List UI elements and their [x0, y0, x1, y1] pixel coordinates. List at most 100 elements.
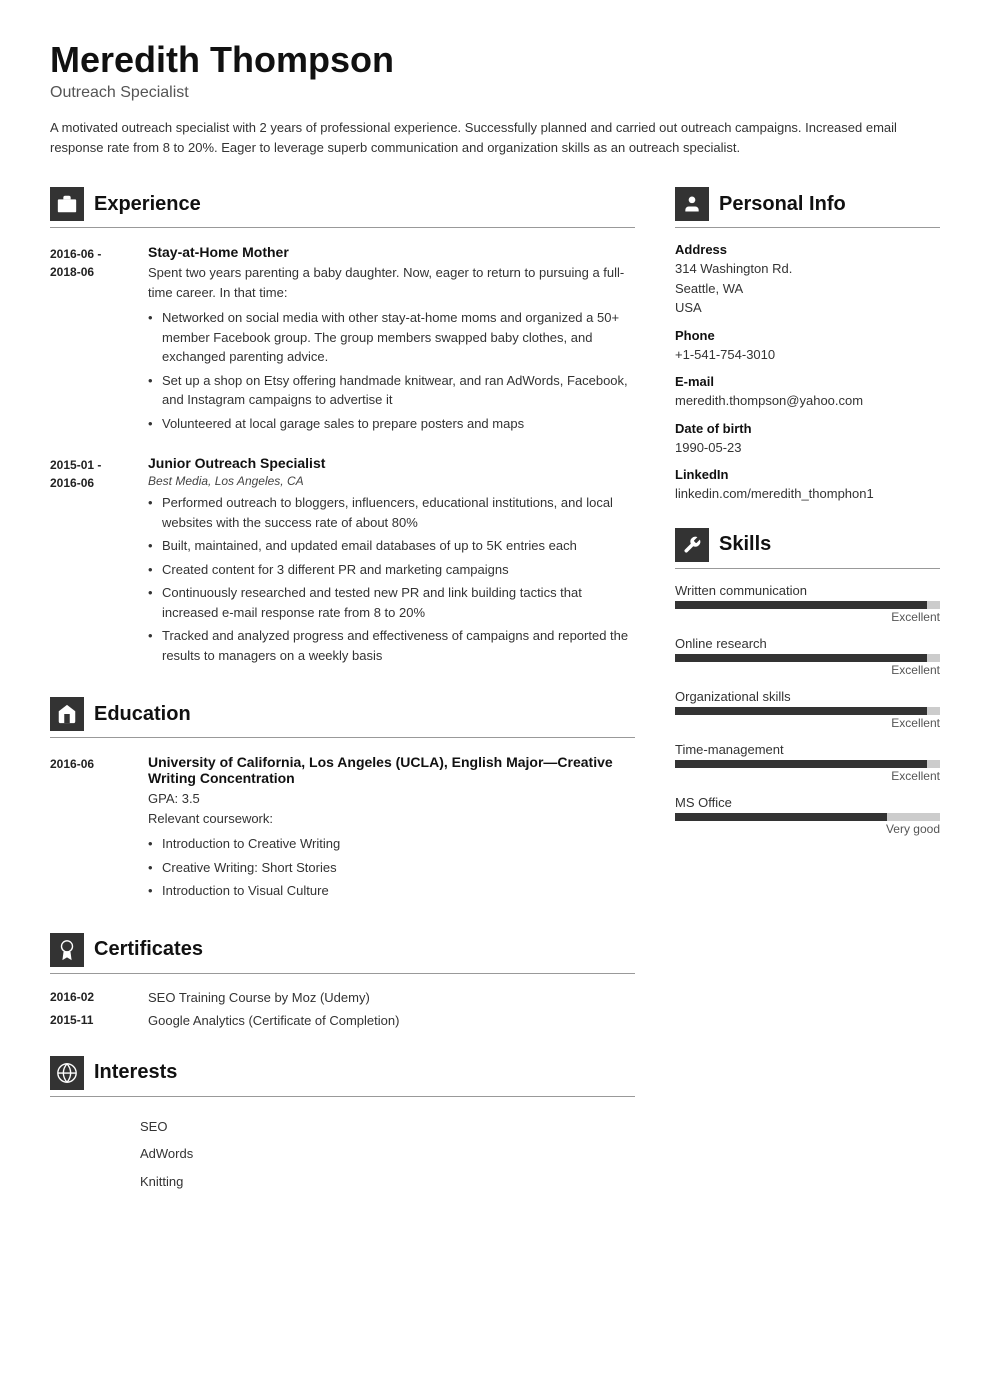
entry-desc-1: Spent two years parenting a baby daughte…	[148, 263, 635, 302]
bullet-item: Built, maintained, and updated email dat…	[148, 536, 635, 556]
edu-title-1: University of California, Los Angeles (U…	[148, 754, 635, 786]
skill-bar-bg	[675, 813, 940, 821]
bullet-item: Introduction to Creative Writing	[148, 834, 635, 854]
entry-subtitle-2: Best Media, Los Angeles, CA	[148, 474, 635, 488]
interests-title: Interests	[94, 1061, 177, 1084]
skill-ms-office: MS Office Very good	[675, 795, 940, 836]
cert-entry-2: 2015-11 Google Analytics (Certificate of…	[50, 1013, 635, 1028]
skills-section: Skills Written communication Excellent O…	[675, 528, 940, 836]
cert-entry-1: 2016-02 SEO Training Course by Moz (Udem…	[50, 990, 635, 1005]
bullet-item: Tracked and analyzed progress and effect…	[148, 626, 635, 665]
education-entry-1: 2016-06 University of California, Los An…	[50, 754, 635, 905]
experience-icon	[50, 187, 84, 221]
skill-time-management: Time-management Excellent	[675, 742, 940, 783]
entry-title-2: Junior Outreach Specialist	[148, 455, 635, 471]
personal-info-header: Personal Info	[675, 187, 940, 228]
skills-title: Skills	[719, 533, 771, 556]
bullet-item: Set up a shop on Etsy offering handmade …	[148, 371, 635, 410]
education-section-header: Education	[50, 697, 635, 738]
personal-info-dob-value: 1990-05-23	[675, 438, 940, 458]
skill-name: Organizational skills	[675, 689, 940, 704]
education-section: Education 2016-06 University of Californ…	[50, 697, 635, 905]
skill-name: Written communication	[675, 583, 940, 598]
entry-bullets-2: Performed outreach to bloggers, influenc…	[148, 493, 635, 665]
candidate-title: Outreach Specialist	[50, 84, 940, 102]
skill-bar-fill	[675, 707, 927, 715]
personal-info-icon	[675, 187, 709, 221]
cert-name-2: Google Analytics (Certificate of Complet…	[148, 1013, 399, 1028]
personal-info-address-label: Address	[675, 242, 940, 257]
bullet-item: Continuously researched and tested new P…	[148, 583, 635, 622]
left-column: Experience 2016-06 -2018-06 Stay-at-Home…	[50, 187, 635, 1223]
edu-date-1: 2016-06	[50, 754, 132, 905]
skill-bar-fill	[675, 654, 927, 662]
skill-name: Time-management	[675, 742, 940, 757]
bullet-item: Volunteered at local garage sales to pre…	[148, 414, 635, 434]
personal-info-phone-label: Phone	[675, 328, 940, 343]
interests-section: Interests SEO AdWords Knitting	[50, 1056, 635, 1196]
skill-label: Very good	[675, 822, 940, 836]
personal-info-email-value: meredith.thompson@yahoo.com	[675, 391, 940, 411]
skills-section-header: Skills	[675, 528, 940, 569]
certificates-section-header: Certificates	[50, 933, 635, 974]
skill-organizational: Organizational skills Excellent	[675, 689, 940, 730]
certificates-title: Certificates	[94, 938, 203, 961]
skill-label: Excellent	[675, 663, 940, 677]
personal-info-phone-value: +1-541-754-3010	[675, 345, 940, 365]
entry-date-1: 2016-06 -2018-06	[50, 244, 132, 437]
personal-info-linkedin-value: linkedin.com/meredith_thomphon1	[675, 484, 940, 504]
personal-info-email-label: E-mail	[675, 374, 940, 389]
cert-date-1: 2016-02	[50, 990, 132, 1005]
experience-title: Experience	[94, 193, 201, 216]
personal-info-section: Personal Info Address 314 Washington Rd.…	[675, 187, 940, 504]
experience-section-header: Experience	[50, 187, 635, 228]
cert-name-1: SEO Training Course by Moz (Udemy)	[148, 990, 370, 1005]
experience-entry-2: 2015-01 -2016-06 Junior Outreach Special…	[50, 455, 635, 669]
right-column: Personal Info Address 314 Washington Rd.…	[675, 187, 940, 1223]
personal-info-title: Personal Info	[719, 193, 846, 216]
skill-label: Excellent	[675, 610, 940, 624]
main-layout: Experience 2016-06 -2018-06 Stay-at-Home…	[50, 187, 940, 1223]
skill-written-communication: Written communication Excellent	[675, 583, 940, 624]
interests-list: SEO AdWords Knitting	[50, 1113, 635, 1196]
edu-bullets-1: Introduction to Creative Writing Creativ…	[148, 834, 635, 901]
skill-online-research: Online research Excellent	[675, 636, 940, 677]
entry-date-2: 2015-01 -2016-06	[50, 455, 132, 669]
skill-bar-fill	[675, 601, 927, 609]
certificates-icon	[50, 933, 84, 967]
skill-bar-bg	[675, 707, 940, 715]
entry-title-1: Stay-at-Home Mother	[148, 244, 635, 260]
skill-label: Excellent	[675, 769, 940, 783]
interest-item-seo: SEO	[50, 1113, 635, 1141]
personal-info-address-value: 314 Washington Rd.Seattle, WAUSA	[675, 259, 940, 318]
bullet-item: Networked on social media with other sta…	[148, 308, 635, 367]
skill-bar-fill	[675, 760, 927, 768]
skill-name: MS Office	[675, 795, 940, 810]
skill-bar-bg	[675, 601, 940, 609]
candidate-summary: A motivated outreach specialist with 2 y…	[50, 118, 940, 160]
bullet-item: Performed outreach to bloggers, influenc…	[148, 493, 635, 532]
candidate-name: Meredith Thompson	[50, 40, 940, 80]
cert-date-2: 2015-11	[50, 1013, 132, 1028]
skills-icon	[675, 528, 709, 562]
interests-section-header: Interests	[50, 1056, 635, 1097]
bullet-item: Created content for 3 different PR and m…	[148, 560, 635, 580]
resume-header: Meredith Thompson Outreach Specialist A …	[50, 40, 940, 159]
edu-desc-1: GPA: 3.5Relevant coursework:	[148, 789, 635, 828]
skill-bar-bg	[675, 760, 940, 768]
interest-item-adwords: AdWords	[50, 1140, 635, 1168]
personal-info-dob-label: Date of birth	[675, 421, 940, 436]
certificates-section: Certificates 2016-02 SEO Training Course…	[50, 933, 635, 1028]
entry-bullets-1: Networked on social media with other sta…	[148, 308, 635, 433]
experience-entry-1: 2016-06 -2018-06 Stay-at-Home Mother Spe…	[50, 244, 635, 437]
skill-bar-fill	[675, 813, 887, 821]
skill-name: Online research	[675, 636, 940, 651]
skill-label: Excellent	[675, 716, 940, 730]
bullet-item: Introduction to Visual Culture	[148, 881, 635, 901]
education-title: Education	[94, 703, 191, 726]
experience-section: Experience 2016-06 -2018-06 Stay-at-Home…	[50, 187, 635, 669]
personal-info-linkedin-label: LinkedIn	[675, 467, 940, 482]
skill-bar-bg	[675, 654, 940, 662]
interest-item-knitting: Knitting	[50, 1168, 635, 1196]
education-icon	[50, 697, 84, 731]
